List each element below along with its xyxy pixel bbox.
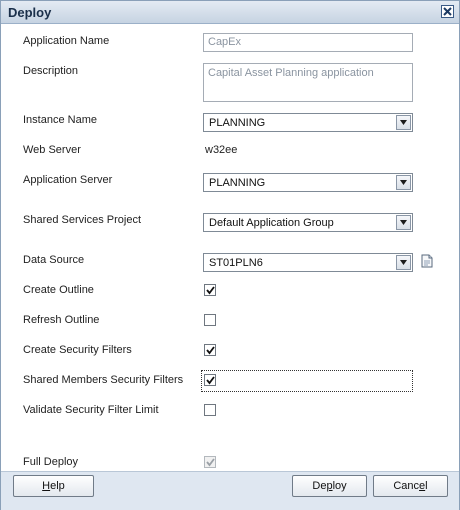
cancel-label-rest: l <box>425 480 428 492</box>
checkmark-icon <box>206 346 215 355</box>
description-field[interactable]: Capital Asset Planning application <box>203 63 413 102</box>
instance-name-value: PLANNING <box>209 117 266 129</box>
web-server-label: Web Server <box>23 144 81 156</box>
chevron-down-icon <box>400 260 407 265</box>
application-server-dropdown-button[interactable] <box>396 175 411 190</box>
shared-services-project-value: Default Application Group <box>209 217 334 229</box>
cancel-label-pre: Canc <box>393 480 420 492</box>
create-outline-label: Create Outline <box>23 284 94 296</box>
validate-security-filter-limit-checkbox[interactable] <box>204 404 216 416</box>
close-button[interactable] <box>441 5 454 18</box>
deploy-label-pre: De <box>312 480 327 492</box>
deploy-dialog: Deploy Application Name CapEx Descriptio… <box>0 0 460 510</box>
deploy-button[interactable]: Deploy <box>292 475 367 497</box>
shared-services-project-label: Shared Services Project <box>23 214 141 226</box>
create-security-filters-label: Create Security Filters <box>23 344 132 356</box>
instance-name-label: Instance Name <box>23 114 97 126</box>
data-source-label: Data Source <box>23 254 85 266</box>
web-server-value: w32ee <box>205 144 238 156</box>
application-server-value: PLANNING <box>209 177 266 189</box>
checkmark-icon <box>206 458 215 467</box>
application-server-label: Application Server <box>23 174 113 186</box>
instance-name-dropdown-button[interactable] <box>396 115 411 130</box>
chevron-down-icon <box>400 220 407 225</box>
close-icon <box>443 7 452 16</box>
shared-services-project-select[interactable]: Default Application Group <box>203 213 413 232</box>
dialog-title: Deploy <box>8 5 52 20</box>
chevron-down-icon <box>400 120 407 125</box>
shared-services-project-dropdown-button[interactable] <box>396 215 411 230</box>
application-name-label: Application Name <box>23 35 110 47</box>
document-icon[interactable] <box>421 254 433 268</box>
application-name-field[interactable]: CapEx <box>203 33 413 52</box>
data-source-select[interactable]: ST01PLN6 <box>203 253 413 272</box>
refresh-outline-label: Refresh Outline <box>23 314 100 326</box>
focus-indicator <box>201 370 413 392</box>
checkmark-icon <box>206 376 215 385</box>
help-button[interactable]: Help <box>13 475 94 497</box>
shared-members-security-filters-label: Shared Members Security Filters <box>23 374 184 386</box>
shared-members-security-filters-checkbox[interactable] <box>204 374 216 386</box>
application-server-select[interactable]: PLANNING <box>203 173 413 192</box>
full-deploy-checkbox <box>204 456 216 468</box>
help-label-rest: elp <box>50 480 65 492</box>
title-bar: Deploy <box>1 1 459 24</box>
validate-security-filter-limit-label: Validate Security Filter Limit <box>23 404 159 416</box>
instance-name-select[interactable]: PLANNING <box>203 113 413 132</box>
help-mnemonic: H <box>42 480 51 492</box>
data-source-value: ST01PLN6 <box>209 257 263 269</box>
deploy-label-rest: loy <box>332 480 347 492</box>
description-label: Description <box>23 65 79 77</box>
refresh-outline-checkbox[interactable] <box>204 314 216 326</box>
cancel-button[interactable]: Cancel <box>373 475 448 497</box>
full-deploy-label: Full Deploy <box>23 456 79 468</box>
data-source-dropdown-button[interactable] <box>396 255 411 270</box>
checkmark-icon <box>206 286 215 295</box>
create-security-filters-checkbox[interactable] <box>204 344 216 356</box>
chevron-down-icon <box>400 180 407 185</box>
create-outline-checkbox[interactable] <box>204 284 216 296</box>
